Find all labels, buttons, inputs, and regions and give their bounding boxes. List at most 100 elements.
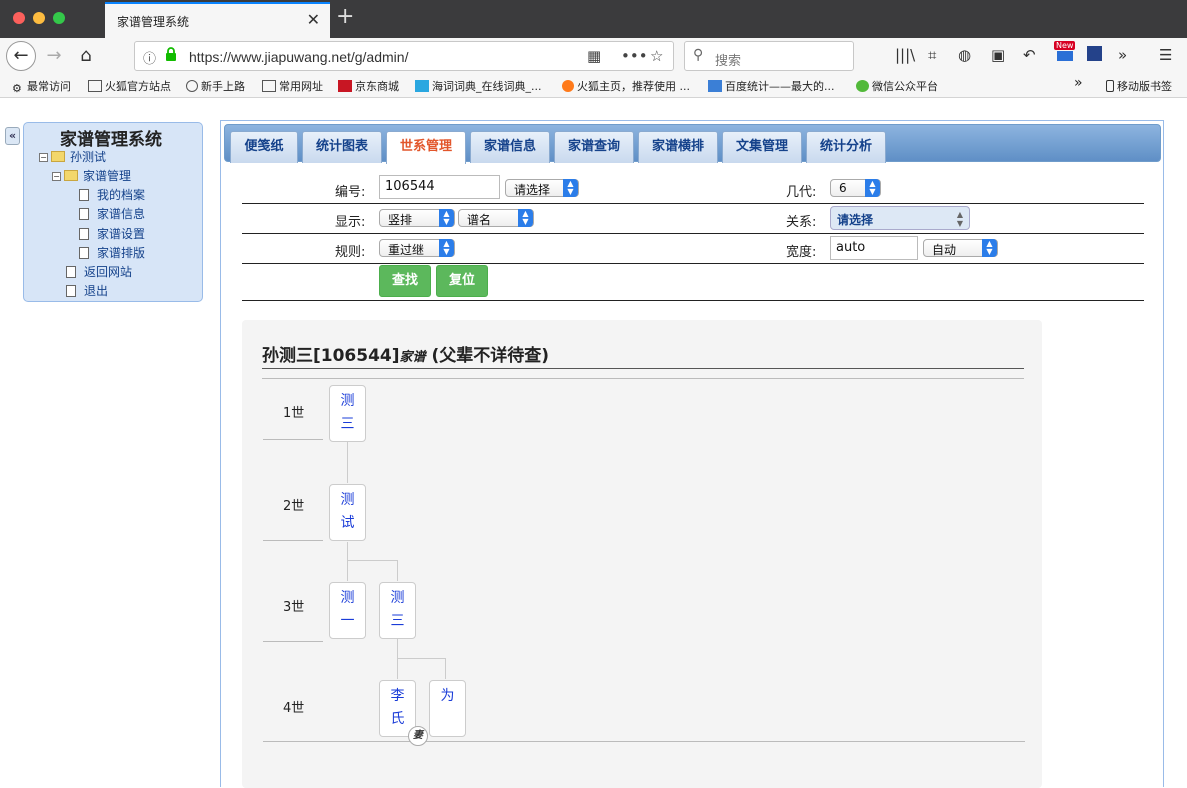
sidebar-item-genealogy-settings[interactable]: 家谱设置 — [79, 225, 145, 242]
display-label: 显示: — [335, 215, 366, 230]
back-button[interactable]: ← — [6, 41, 36, 71]
tab-close-icon[interactable]: ✕ — [307, 10, 320, 29]
search-button[interactable]: 查找 — [379, 265, 431, 297]
dict-icon — [415, 80, 429, 92]
sidebar-item-genealogy-info[interactable]: 家谱信息 — [79, 205, 145, 222]
wife-badge: 妻 — [408, 726, 428, 746]
person-gen4-b[interactable]: 为 — [429, 680, 466, 737]
bookmark-wechat[interactable]: 微信公众平台 — [856, 78, 938, 94]
forward-button[interactable]: → — [40, 42, 68, 70]
tab-stats[interactable]: 统计分析 — [806, 131, 886, 163]
bookmark-common-sites[interactable]: 常用网址 — [262, 78, 323, 94]
id-input[interactable]: 106544 — [379, 175, 500, 199]
sidebar-collapse-button[interactable]: « — [5, 127, 20, 145]
stats-icon[interactable] — [1087, 46, 1102, 65]
system-title: 家谱管理系统 — [60, 130, 162, 150]
sidebar-item-logout[interactable]: 退出 — [66, 282, 108, 299]
bookmarks-overflow-icon[interactable]: » — [1074, 75, 1083, 91]
person-gen3-b[interactable]: 测三 — [379, 582, 416, 639]
tab-title: 家谱管理系统 — [117, 15, 190, 29]
tree-root[interactable]: − 孙测试 — [39, 148, 106, 165]
url-text: https://www.jiapuwang.net/g/admin/ — [189, 49, 409, 65]
person-gen2[interactable]: 测试 — [329, 484, 366, 541]
select-arrow-icon: ▲ ▼ — [518, 209, 533, 227]
lock-icon — [166, 47, 176, 61]
bookmark-jd[interactable]: 京东商城 — [338, 78, 399, 94]
browser-tab[interactable]: 家谱管理系统 ✕ — [105, 2, 330, 38]
bookmark-firefox-sites[interactable]: 火狐官方站点 — [88, 78, 171, 94]
bookmark-mobile[interactable]: 移动版书签 — [1106, 78, 1172, 94]
info-icon[interactable]: ⓘ — [143, 48, 156, 67]
rule-select[interactable]: 重过继 ▲ ▼ — [379, 239, 455, 257]
person-gen3-a[interactable]: 测一 — [329, 582, 366, 639]
extension-icon[interactable]: ◍ — [958, 46, 971, 64]
close-window-button[interactable] — [13, 12, 25, 24]
undo-icon[interactable]: ↶ — [1023, 46, 1036, 64]
qr-code-icon[interactable]: ▦ — [587, 47, 601, 65]
relation-label: 关系: — [786, 215, 817, 230]
tree-title: 孙测三[106544]家谱 (父辈不详待查) — [262, 346, 549, 366]
bookmark-most-visited[interactable]: ⚙ 最常访问 — [12, 78, 71, 95]
form-row-id: 编号: 106544 请选择 ▲ ▼ 几代: 6 ▲ ▼ — [242, 172, 1144, 204]
url-bar[interactable]: ⓘ https://www.jiapuwang.net/g/admin/ ▦ •… — [134, 41, 674, 71]
bookmark-getting-started[interactable]: 新手上路 — [186, 78, 245, 94]
document-icon — [79, 228, 89, 240]
new-tab-icon[interactable]: + — [336, 4, 354, 30]
select-arrow-icon: ▲ ▼ — [865, 179, 880, 197]
id-select[interactable]: 请选择 ▲ ▼ — [505, 179, 579, 197]
collapse-icon[interactable]: − — [39, 153, 48, 162]
display-select[interactable]: 竖排 ▲ ▼ — [379, 209, 455, 227]
generations-label: 几代: — [786, 185, 817, 200]
form-row-display: 显示: 竖排 ▲ ▼ 谱名 ▲ ▼ 关系: 请选择 ▲ ▼ — [242, 204, 1144, 234]
main-panel: 便笺纸 统计图表 世系管理 家谱信息 家谱查询 家谱横排 文集管理 统计分析 编… — [220, 120, 1164, 788]
form-row-actions: 查找 复位 — [242, 264, 1144, 301]
search-placeholder: 搜索 — [715, 54, 742, 69]
bookmark-baidu-stats[interactable]: 百度统计——最大的... — [708, 78, 835, 94]
more-actions-icon[interactable]: ••• — [621, 47, 648, 65]
divider — [263, 540, 323, 541]
width-select[interactable]: 自动 ▲ ▼ — [923, 239, 998, 257]
overflow-chevron-icon[interactable]: » — [1118, 46, 1127, 64]
bookmark-dict[interactable]: 海词词典_在线词典_... — [415, 78, 542, 94]
sidebar-item-genealogy-layout[interactable]: 家谱排版 — [79, 244, 145, 261]
screenshot-icon[interactable]: ⌗ — [928, 46, 936, 64]
new-feature-icon[interactable]: New — [1054, 41, 1076, 61]
bookmark-star-icon[interactable]: ☆ — [650, 47, 663, 65]
tab-charts[interactable]: 统计图表 — [302, 131, 382, 163]
tab-lineage[interactable]: 世系管理 — [386, 131, 466, 164]
title-bar: 家谱管理系统 ✕ + — [0, 0, 1187, 38]
bookmark-firefox-home[interactable]: 火狐主页，推荐使用 ... — [562, 78, 690, 94]
phone-icon — [1106, 80, 1114, 92]
home-icon[interactable]: ⌂ — [72, 42, 100, 70]
tab-genealogy-info[interactable]: 家谱信息 — [470, 131, 550, 163]
bookmarks-toolbar: ⚙ 最常访问 火狐官方站点 新手上路 常用网址 京东商城 海词词典_在线词典_..… — [0, 74, 1187, 98]
tree-connector — [347, 560, 398, 561]
tree-connector — [445, 658, 446, 679]
sidebar-icon[interactable]: ▣ — [991, 46, 1005, 64]
document-icon — [79, 247, 89, 259]
sidebar-item-my-profile[interactable]: 我的档案 — [79, 186, 145, 203]
collapse-icon[interactable]: − — [52, 172, 61, 181]
library-icon[interactable]: |||\ — [895, 46, 915, 64]
minimize-window-button[interactable] — [33, 12, 45, 24]
person-gen1[interactable]: 测三 — [329, 385, 366, 442]
divider — [263, 439, 323, 440]
menu-icon[interactable]: ☰ — [1159, 46, 1172, 64]
search-bar[interactable]: ⚲ 搜索 — [684, 41, 854, 71]
tab-horizontal[interactable]: 家谱横排 — [638, 131, 718, 163]
wechat-icon — [856, 80, 869, 92]
generations-select[interactable]: 6 ▲ ▼ — [830, 179, 881, 197]
name-type-select[interactable]: 谱名 ▲ ▼ — [458, 209, 534, 227]
sidebar-item-back-to-site[interactable]: 返回网站 — [66, 263, 132, 280]
tab-notes[interactable]: 便笺纸 — [230, 131, 298, 163]
search-icon: ⚲ — [693, 47, 704, 63]
width-label: 宽度: — [786, 245, 817, 260]
maximize-window-button[interactable] — [53, 12, 65, 24]
tab-genealogy-search[interactable]: 家谱查询 — [554, 131, 634, 163]
relation-select[interactable]: 请选择 ▲ ▼ — [830, 206, 970, 230]
width-input[interactable]: auto — [830, 236, 918, 260]
tree-group[interactable]: − 家谱管理 — [52, 167, 131, 184]
tree-connector — [347, 542, 348, 581]
tab-articles[interactable]: 文集管理 — [722, 131, 802, 163]
reset-button[interactable]: 复位 — [436, 265, 488, 297]
